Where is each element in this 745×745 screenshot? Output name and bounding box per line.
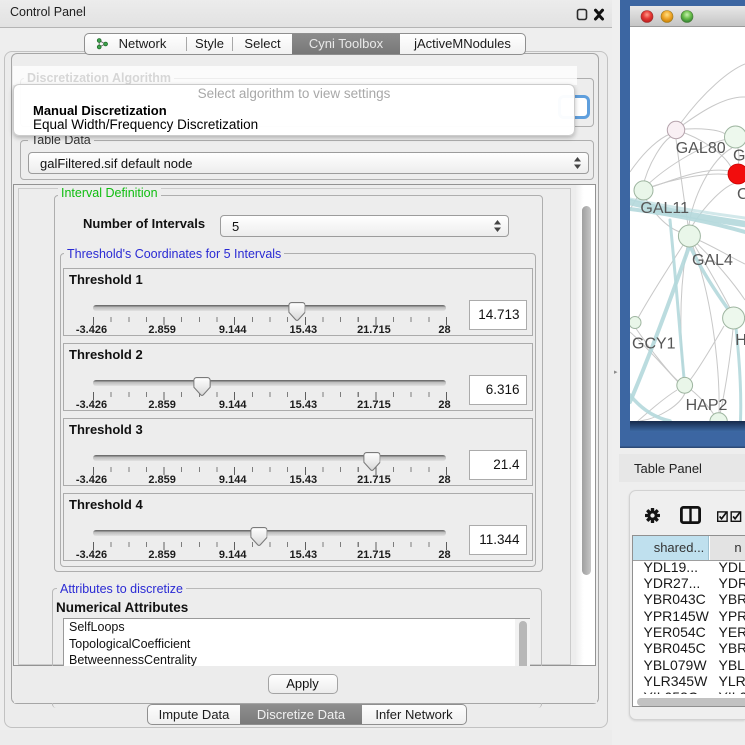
svg-text:C: C [737, 186, 745, 203]
svg-text:GAL4: GAL4 [692, 252, 733, 269]
svg-text:H: H [735, 332, 745, 349]
svg-text:GAL11: GAL11 [640, 200, 689, 217]
svg-text:GA: GA [733, 148, 745, 165]
svg-text:GAL80: GAL80 [676, 140, 726, 157]
svg-text:HAP2: HAP2 [686, 397, 728, 414]
svg-text:GCY1: GCY1 [632, 336, 676, 353]
